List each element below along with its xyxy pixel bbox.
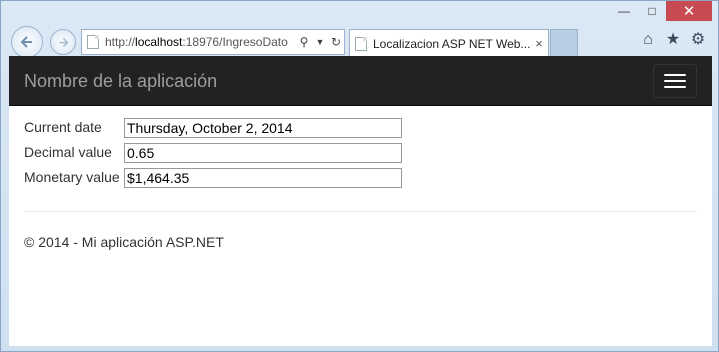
hamburger-icon-bar xyxy=(664,86,686,88)
refresh-icon[interactable]: ↻ xyxy=(328,35,344,49)
page-icon xyxy=(87,35,99,49)
new-tab-button[interactable] xyxy=(550,29,578,57)
forward-arrow-icon xyxy=(58,37,69,47)
navbar: Nombre de la aplicación xyxy=(9,56,712,106)
url-host: localhost xyxy=(135,35,183,49)
footer-divider xyxy=(24,211,697,212)
monetary-value-label: Monetary value xyxy=(24,169,120,185)
url-prefix: http:// xyxy=(105,35,136,49)
search-icon[interactable]: ⚲ xyxy=(296,35,312,49)
browser-toolbar: http://localhost:18976/IngresoDato ⚲ ▼ ↻… xyxy=(1,23,718,58)
web-page: Nombre de la aplicación Current date Dec… xyxy=(9,56,712,346)
url-rest: :18976/IngresoDato xyxy=(182,35,288,49)
browser-tools: ⌂ ★ ⚙ xyxy=(640,31,706,49)
hamburger-icon-bar xyxy=(664,74,686,76)
dropdown-icon[interactable]: ▼ xyxy=(312,37,328,47)
browser-tab[interactable]: Localizacion ASP NET Web... × xyxy=(349,29,549,57)
form-row-decimal-value: Decimal value xyxy=(24,143,402,168)
tab-close-icon[interactable]: × xyxy=(530,36,548,51)
minimize-button[interactable]: — xyxy=(610,1,638,21)
current-date-label: Current date xyxy=(24,119,102,135)
form-row-current-date: Current date xyxy=(24,118,402,143)
maximize-button[interactable]: □ xyxy=(638,1,666,21)
data-form: Current date Decimal value Monetary valu… xyxy=(24,118,402,193)
favorites-star-icon[interactable]: ★ xyxy=(665,31,681,49)
form-row-monetary-value: Monetary value xyxy=(24,168,402,193)
home-icon[interactable]: ⌂ xyxy=(640,31,656,49)
back-arrow-icon xyxy=(20,36,32,48)
hamburger-icon-bar xyxy=(664,80,686,82)
monetary-value-input[interactable] xyxy=(124,168,402,188)
address-bar[interactable]: http://localhost:18976/IngresoDato ⚲ ▼ ↻ xyxy=(81,29,345,55)
footer-text: © 2014 - Mi aplicación ASP.NET xyxy=(24,234,224,250)
decimal-value-input[interactable] xyxy=(124,143,402,163)
navbar-toggle-button[interactable] xyxy=(653,64,697,98)
current-date-input[interactable] xyxy=(124,118,402,138)
back-button[interactable] xyxy=(11,26,43,58)
decimal-value-label: Decimal value xyxy=(24,144,112,160)
browser-window: — □ ✕ http://localhost:18976/IngresoDato… xyxy=(0,0,719,352)
tab-page-icon xyxy=(355,36,367,51)
settings-gear-icon[interactable]: ⚙ xyxy=(690,31,706,49)
window-caption-buttons: — □ ✕ xyxy=(610,1,712,23)
brand-link[interactable]: Nombre de la aplicación xyxy=(24,71,217,92)
close-window-button[interactable]: ✕ xyxy=(666,1,712,21)
forward-button[interactable] xyxy=(50,29,76,55)
url-text[interactable]: http://localhost:18976/IngresoDato xyxy=(105,35,296,49)
tab-title: Localizacion ASP NET Web... xyxy=(373,36,530,51)
